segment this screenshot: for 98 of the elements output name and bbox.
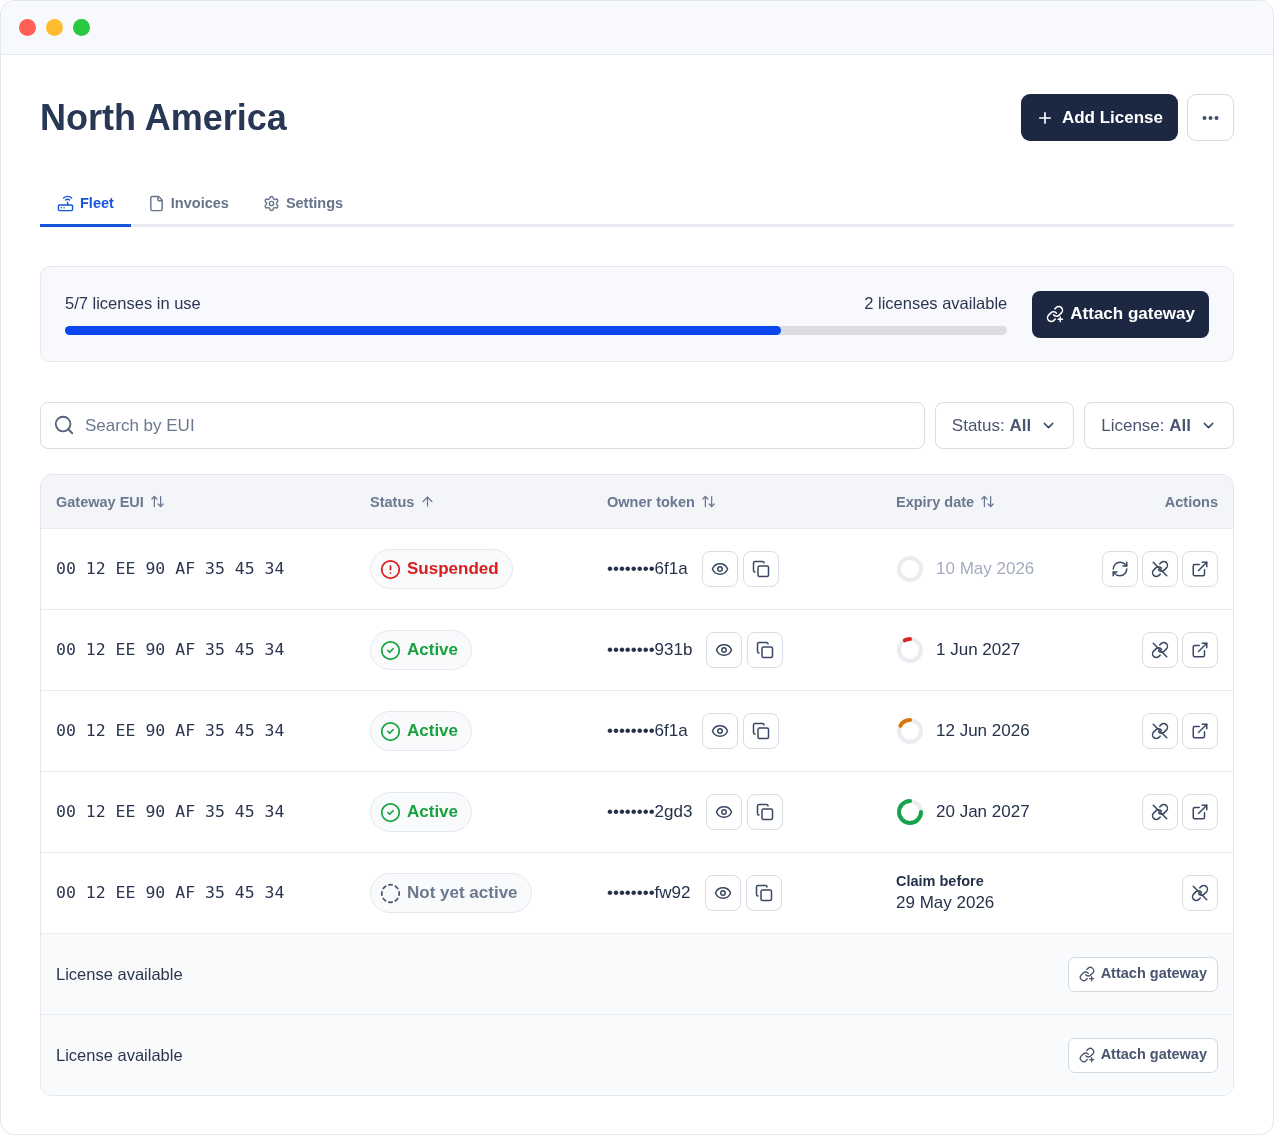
external-link-icon [1191, 641, 1209, 659]
external-link-icon [1191, 722, 1209, 740]
countdown-ring-icon [896, 798, 924, 826]
unlink-icon [1151, 560, 1169, 578]
owner-token: ••••••••2gd3 [607, 801, 693, 824]
page-title: North America [40, 95, 287, 140]
renew-button[interactable] [1102, 551, 1138, 587]
countdown-ring-icon [896, 717, 924, 745]
column-header[interactable]: Expiry date [896, 491, 996, 512]
owner-token: ••••••••fw92 [607, 882, 691, 905]
show-token-button[interactable] [706, 794, 743, 830]
open-button[interactable] [1182, 632, 1218, 668]
column-header[interactable]: Status [370, 491, 436, 512]
expiry-date: 20 Jan 2027 [936, 801, 1030, 823]
unlink-icon [1151, 641, 1169, 659]
document-icon [147, 194, 165, 212]
copy-token-button[interactable] [742, 713, 779, 749]
more-icon [1202, 115, 1219, 120]
detach-button[interactable] [1142, 632, 1178, 668]
owner-token: ••••••••6f1a [607, 558, 688, 581]
copy-icon [756, 803, 775, 821]
copy-token-button[interactable] [747, 632, 784, 668]
open-button[interactable] [1182, 551, 1218, 587]
check-circle-icon [380, 801, 401, 823]
column-header[interactable]: Owner token [607, 491, 716, 512]
gateway-eui: 00 12 EE 90 AF 35 45 34 [56, 719, 285, 742]
status-text: Active [407, 720, 459, 743]
link-plus-icon [1046, 305, 1065, 323]
show-token-button[interactable] [706, 632, 743, 668]
settings-icon [262, 194, 280, 212]
alert-icon [380, 558, 401, 580]
dashed-circle-icon [380, 882, 401, 904]
close-control-icon[interactable] [19, 19, 36, 36]
countdown-ring-icon [896, 636, 924, 664]
attach-gateway-button[interactable]: Attach gateway [1067, 956, 1218, 992]
check-circle-icon [380, 639, 401, 661]
unlink-icon [1151, 722, 1169, 740]
attach-gateway-button[interactable]: Attach gateway [1067, 1037, 1218, 1073]
copy-icon [751, 722, 770, 740]
eye-icon [710, 722, 729, 740]
open-button[interactable] [1182, 713, 1218, 749]
nav-tab[interactable]: Settings [245, 182, 361, 227]
nav-tab[interactable]: Invoices [130, 182, 246, 227]
detach-button[interactable] [1182, 875, 1218, 911]
copy-icon [751, 560, 770, 578]
add-license-button[interactable]: Add License [1020, 94, 1178, 141]
status-text: Suspended [407, 558, 499, 581]
usage-label: 5/7 licenses in use [65, 293, 201, 313]
status-text: Active [407, 639, 459, 662]
show-token-button[interactable] [701, 551, 738, 587]
detach-button[interactable] [1142, 794, 1178, 830]
eye-icon [715, 803, 734, 821]
owner-token: ••••••••931b [607, 639, 693, 662]
external-link-icon [1191, 560, 1209, 578]
show-token-button[interactable] [701, 713, 738, 749]
expiry-date: 12 Jun 2026 [936, 720, 1030, 742]
detach-button[interactable] [1142, 713, 1178, 749]
gateway-eui: 00 12 EE 90 AF 35 45 34 [56, 800, 285, 823]
gateway-eui: 00 12 EE 90 AF 35 45 34 [56, 881, 285, 904]
eye-icon [710, 560, 729, 578]
owner-token: ••••••••6f1a [607, 720, 688, 743]
refresh-icon [1111, 560, 1129, 578]
external-link-icon [1191, 803, 1209, 821]
copy-token-button[interactable] [747, 794, 784, 830]
gateway-eui: 00 12 EE 90 AF 35 45 34 [56, 557, 285, 580]
search-field[interactable]: Search by EUI [40, 402, 925, 449]
column-header: Actions [1164, 492, 1218, 512]
filter-dropdown[interactable]: Status: All [934, 402, 1075, 449]
status-text: Not yet active [407, 882, 518, 905]
copy-icon [754, 884, 773, 902]
column-header[interactable]: Gateway EUI [56, 491, 165, 512]
copy-token-button[interactable] [742, 551, 779, 587]
link-plus-icon [1078, 1047, 1095, 1063]
nav-tab[interactable]: Fleet [40, 182, 131, 227]
attach-gateway-button[interactable]: Attach gateway [1032, 290, 1209, 338]
copy-icon [756, 641, 775, 659]
check-circle-icon [380, 720, 401, 742]
unlink-icon [1151, 803, 1169, 821]
search-icon [53, 414, 75, 436]
detach-button[interactable] [1142, 551, 1178, 587]
slot-label: License available [56, 1044, 183, 1066]
expiry-date: 1 Jun 2027 [936, 639, 1021, 661]
router-icon [57, 194, 74, 212]
slot-label: License available [56, 963, 183, 985]
expiry-date: 10 May 2026 [936, 558, 1035, 580]
gateway-eui: 00 12 EE 90 AF 35 45 34 [56, 638, 285, 661]
copy-token-button[interactable] [745, 875, 782, 911]
eye-icon [713, 884, 732, 902]
available-count: 2 licenses available [864, 293, 1008, 313]
open-button[interactable] [1182, 794, 1218, 830]
claim-label: Claim before [896, 872, 985, 891]
unlink-icon [1191, 884, 1209, 902]
show-token-button[interactable] [704, 875, 741, 911]
expiry-date: 29 May 2026 [896, 892, 996, 914]
eye-icon [715, 641, 734, 659]
status-text: Active [407, 801, 459, 824]
filter-dropdown[interactable]: License: All [1084, 402, 1234, 449]
link-plus-icon [1078, 966, 1095, 982]
